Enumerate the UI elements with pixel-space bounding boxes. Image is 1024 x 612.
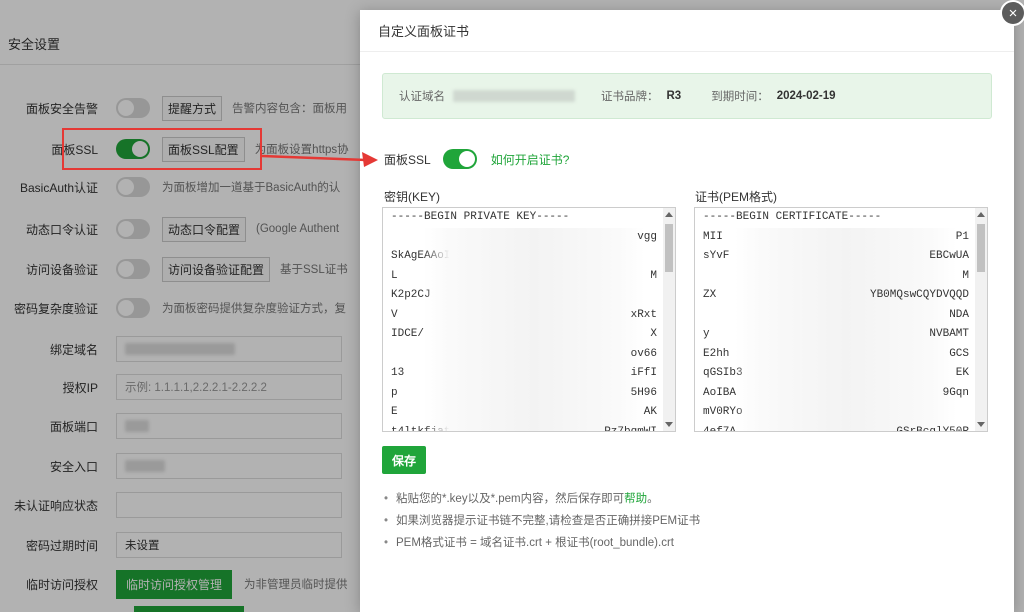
highlight-box <box>62 128 262 170</box>
key-line: 13 iFfI <box>383 364 675 384</box>
custom-cert-dialog: 自定义面板证书 认证域名 证书品牌： R3 到期时间： 2024-02-19 面… <box>360 10 1014 612</box>
key-line: IDCE/X <box>383 325 675 345</box>
cert-line: MII P1 <box>695 227 987 247</box>
key-line: VxRxt <box>383 305 675 325</box>
key-label: 密钥(KEY) <box>384 190 441 204</box>
dialog-title: 自定义面板证书 <box>360 10 1014 52</box>
cert-line: y NVBAMT <box>695 325 987 345</box>
cert-line: NDA <box>695 305 987 325</box>
how-to-enable-link[interactable]: 如何开启证书? <box>491 151 570 168</box>
key-line: K2p2CJ <box>383 286 675 306</box>
key-line: p 5H96 <box>383 383 675 403</box>
expiry-value: 2024-02-19 <box>776 90 836 102</box>
key-line: LM <box>383 266 675 286</box>
tip-item: 如果浏览器提示证书链不完整,请检查是否正确拼接PEM证书 <box>382 510 700 532</box>
key-line: E AK <box>383 403 675 423</box>
cert-line: sYvF EBCwUA <box>695 247 987 267</box>
panel-ssl-row: 面板SSL 如何开启证书? <box>384 149 569 169</box>
domain-value-redacted <box>453 90 575 102</box>
save-button[interactable]: 保存 <box>382 446 426 474</box>
tips-list: 粘贴您的*.key以及*.pem内容，然后保存即可帮助。 如果浏览器提示证书链不… <box>382 488 700 554</box>
scrollbar[interactable] <box>975 208 987 431</box>
cert-line: -----BEGIN CERTIFICATE----- <box>703 211 882 223</box>
cert-line: M <box>695 266 987 286</box>
help-link[interactable]: 帮助 <box>624 493 647 505</box>
domain-label: 认证域名 <box>399 91 445 103</box>
key-line: t4ltkfjat4D+4ZEMGM4Pz7bqmWI <box>383 422 675 431</box>
cert-line: qGSIb3 EK <box>695 364 987 384</box>
key-line: SkAgEAAoIBAQCtVi/GExFZcrbF <box>383 247 675 267</box>
expiry-label: 到期时间： <box>711 91 769 103</box>
cert-line: AoIBA 9Gqn <box>695 383 987 403</box>
cert-info-bar: 认证域名 证书品牌： R3 到期时间： 2024-02-19 <box>382 73 992 119</box>
close-icon[interactable]: × <box>1000 0 1024 26</box>
key-line: ov66 <box>383 344 675 364</box>
cert-line: ZX YB0MQswCQYDVQQD <box>695 286 987 306</box>
scrollbar[interactable] <box>663 208 675 431</box>
brand-value: R3 <box>666 90 682 102</box>
panel-ssl-toggle[interactable] <box>442 149 477 169</box>
cert-line: 4ef7A GSrBcglY50R <box>695 422 987 431</box>
cert-textarea[interactable]: -----BEGIN CERTIFICATE----- MII P1 sYvF EBCw… <box>694 207 988 432</box>
key-textarea[interactable]: -----BEGIN PRIVATE KEY----- vggSkAgEAAoIB… <box>382 207 676 432</box>
tip-item: 粘贴您的*.key以及*.pem内容，然后保存即可帮助。 <box>382 488 700 510</box>
tip-item: PEM格式证书 = 域名证书.crt + 根证书(root_bundle).cr… <box>382 532 700 554</box>
cert-label: 证书(PEM格式) <box>695 190 777 204</box>
cert-line: E2hh GCS <box>695 344 987 364</box>
key-line: vgg <box>383 227 675 247</box>
key-line: -----BEGIN PRIVATE KEY----- <box>391 211 570 223</box>
panel-ssl-label: 面板SSL <box>384 152 431 167</box>
brand-label: 证书品牌： <box>601 91 659 103</box>
cert-line: mV0RYo <box>695 403 987 423</box>
